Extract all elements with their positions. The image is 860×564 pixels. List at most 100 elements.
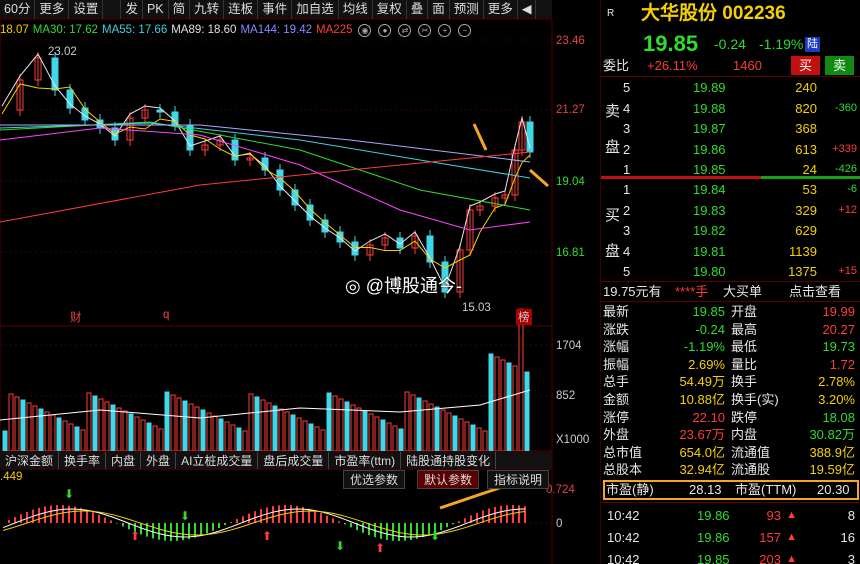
volume-bar — [524, 371, 530, 452]
toolbar-item-jiuzhuan[interactable]: 九转 — [190, 0, 225, 19]
signal-arrow-icon: ⬇ — [335, 539, 345, 553]
ma-value-1: 18.07 — [0, 24, 29, 36]
book-row[interactable]: 5 19.89 240 — [601, 78, 860, 97]
stat-value: 19.99 — [822, 304, 855, 319]
book-row[interactable]: 4 19.88 820 -360 — [601, 99, 860, 118]
toolbar-item-more2[interactable]: 更多 — [484, 0, 518, 19]
toolbar-item-60min[interactable]: 60分 — [0, 0, 36, 19]
volume-bar — [506, 362, 512, 452]
book-row[interactable]: 3 19.87 368 — [601, 119, 860, 138]
zoom-out-icon[interactable]: − — [458, 23, 472, 37]
toolbar-item-settings[interactable]: 设置 — [69, 0, 104, 19]
tab-pe-ttm[interactable]: 市盈率(ttm) — [329, 452, 402, 469]
sell-ratio-bar — [761, 176, 860, 179]
toolbar-item-face[interactable]: 面 — [428, 0, 450, 19]
toolbar-item-more[interactable]: 更多 — [35, 0, 70, 19]
stat-value: 2.78% — [818, 374, 855, 390]
tab-turnover[interactable]: 换手率 — [59, 452, 107, 469]
book-price: 19.87 — [693, 121, 726, 136]
book-level: 1 — [623, 182, 631, 197]
annotation-arrow — [529, 168, 549, 188]
stat-label: 流通股 — [731, 462, 771, 478]
book-level: 2 — [623, 141, 631, 157]
volume-bar — [56, 417, 62, 452]
weibo-icon: ◎ — [345, 276, 361, 296]
ask-side-label-2: 盘 — [605, 139, 621, 156]
volume-bar — [404, 391, 410, 452]
finance-marker[interactable]: 财 — [70, 309, 82, 325]
stat-label: 开盘 — [731, 304, 758, 319]
stat-label: 金额 — [603, 392, 630, 407]
record-icon[interactable]: ● — [378, 23, 392, 37]
stat-row: 最新 19.85 开盘 19.99 — [601, 303, 860, 321]
vol-tick-1: 1704 — [556, 340, 582, 352]
stat-row: 总股本 32.94亿 流通股 19.59亿 — [601, 461, 860, 479]
volume-bar — [122, 410, 128, 452]
zoom-in-icon[interactable]: + — [438, 23, 452, 37]
volume-bar — [128, 413, 134, 452]
volume-bar — [440, 409, 446, 452]
signal-arrow-icon: ⬆ — [130, 529, 140, 543]
view-big-orders-link[interactable]: 点击查看 — [789, 282, 841, 301]
tab-ai-volume[interactable]: AI立桩成交量 — [176, 452, 259, 469]
indicator-help-button[interactable]: 指标说明 — [487, 470, 550, 489]
book-volume: 1139 — [789, 243, 817, 259]
volume-bar — [284, 411, 290, 452]
volume-bar — [212, 415, 218, 452]
quote-panel: R 大华股份 002236 19.85 -0.24 -1.19% 陆 委比 +2… — [600, 0, 860, 564]
toolbar-item-overlay[interactable]: 叠 — [407, 0, 429, 19]
book-volume: 53 — [802, 182, 817, 197]
book-row[interactable]: 4 19.81 1139 — [601, 242, 860, 261]
signal-arrow-icon: ⬇ — [180, 509, 190, 523]
toolbar-item-restore-right[interactable]: 复权 — [373, 0, 407, 19]
compare-icon[interactable]: ⇄ — [398, 23, 412, 37]
stat-label: 最新 — [603, 304, 630, 319]
book-row[interactable]: 2 19.86 613 +339 — [601, 140, 860, 159]
default-params-button[interactable]: 默认参数 — [417, 470, 480, 489]
preferred-params-button[interactable]: 优选参数 — [343, 470, 406, 489]
r-badge: R — [607, 8, 615, 19]
book-row[interactable]: 5 19.80 1375 +15 — [601, 262, 860, 281]
volume-bar — [26, 402, 32, 452]
book-row[interactable]: 2 19.83 329 +12 — [601, 201, 860, 220]
volume-bar — [266, 402, 272, 452]
price-tick-3: 19.04 — [556, 176, 585, 188]
stat-row: 涨幅 -1.19% 最低 19.73 — [601, 338, 860, 356]
eye-icon[interactable]: ◉ — [358, 23, 372, 37]
weibi-value: +26.11% — [647, 58, 698, 73]
book-volume: 820 — [795, 100, 817, 116]
bang-marker[interactable]: 榜 — [516, 309, 532, 325]
buy-button[interactable]: 买 — [791, 56, 821, 75]
volume-bar — [428, 403, 434, 452]
stat-value: 32.94亿 — [679, 462, 725, 478]
collapse-icon[interactable]: ◀ — [518, 0, 537, 19]
ma-legend: 18.07 MA30: 17.62 MA55: 17.66 MA89: 18.6… — [0, 21, 552, 39]
volume-bar — [74, 426, 80, 452]
tab-inner[interactable]: 内盘 — [106, 452, 142, 469]
book-price: 19.81 — [693, 243, 726, 259]
book-row[interactable]: 1 19.84 53 -6 — [601, 180, 860, 199]
toolbar-item-fa[interactable]: 发 — [121, 0, 143, 19]
tab-outer[interactable]: 外盘 — [141, 452, 177, 469]
tab-after-hours[interactable]: 盘后成交量 — [258, 452, 330, 469]
toolbar-item-pk[interactable]: PK — [143, 0, 169, 19]
q-marker[interactable]: q — [163, 309, 169, 321]
last-price: 19.85 — [643, 31, 699, 56]
toolbar-item-jian[interactable]: 简 — [169, 0, 191, 19]
toolbar-item-forecast[interactable]: 预测 — [450, 0, 484, 19]
toolbar-item-add-watch[interactable]: 加自选 — [292, 0, 339, 19]
scissors-icon[interactable]: ✂ — [418, 23, 432, 37]
signal-arrow-icon: ⬆ — [262, 529, 272, 543]
toolbar-item-events[interactable]: 事件 — [258, 0, 293, 19]
tab-amount[interactable]: 沪深金额 — [0, 452, 60, 469]
book-price: 19.86 — [693, 141, 726, 157]
tab-northbound[interactable]: 陆股通持股变化 — [401, 452, 497, 469]
volume-bar — [140, 419, 146, 452]
toolbar-item-lianban[interactable]: 连板 — [224, 0, 259, 19]
sell-button[interactable]: 卖 — [825, 56, 855, 75]
tick-volume: 203 — [759, 552, 781, 564]
volume-bar — [422, 400, 428, 452]
toolbar-item-ma[interactable]: 均线 — [339, 0, 373, 19]
book-row[interactable]: 3 19.82 629 — [601, 221, 860, 240]
stat-label: 换手 — [731, 374, 758, 390]
